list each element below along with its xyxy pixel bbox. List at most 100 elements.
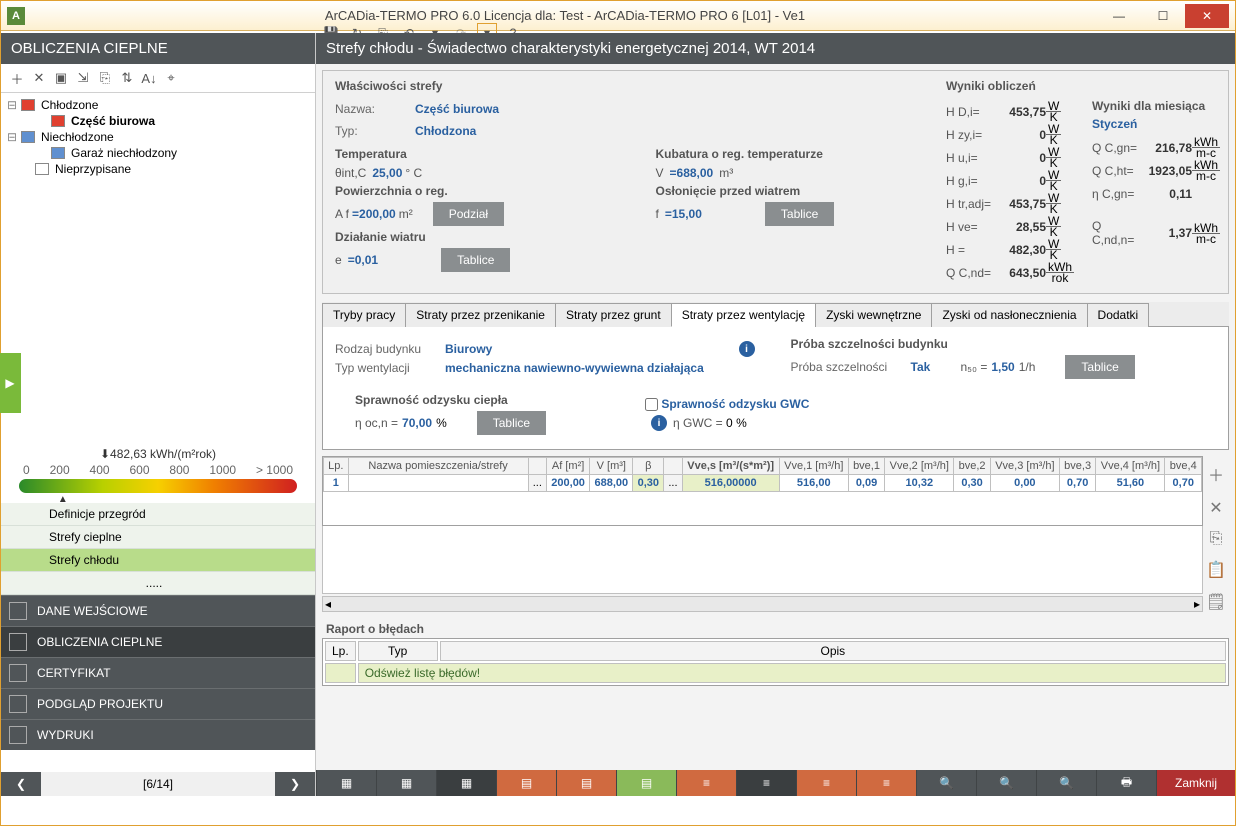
- duplicate-icon[interactable]: ⎘: [1210, 530, 1223, 548]
- copy-node-icon[interactable]: ⎘: [95, 68, 115, 88]
- tab-extras[interactable]: Dodatki: [1087, 303, 1150, 327]
- bignav-input[interactable]: DANE WEJŚCIOWE: [1, 595, 315, 626]
- n50-value[interactable]: 1,50: [991, 360, 1014, 374]
- close-project-button[interactable]: Zamknij: [1156, 770, 1235, 796]
- col-bve1[interactable]: bve,1: [848, 458, 884, 475]
- group-icon[interactable]: ▣: [51, 68, 71, 88]
- close-button[interactable]: ✕: [1185, 4, 1229, 28]
- bb-icon-6[interactable]: ▤: [616, 770, 676, 796]
- cell-vves[interactable]: 516,00000: [682, 475, 779, 492]
- nav-heat-zones[interactable]: Strefy cieplne: [1, 526, 315, 549]
- delete-row-icon[interactable]: ✕: [1209, 498, 1222, 518]
- bignav-print[interactable]: WYDRUKI: [1, 719, 315, 750]
- cell-af[interactable]: 200,00: [547, 475, 590, 492]
- temp-value[interactable]: 25,00: [372, 166, 402, 180]
- info-icon[interactable]: i: [739, 341, 755, 357]
- heatrec-value[interactable]: 70,00: [402, 416, 432, 430]
- bignav-preview[interactable]: PODGLĄD PROJEKTU: [1, 688, 315, 719]
- col-bve3[interactable]: bve,3: [1059, 458, 1095, 475]
- error-message[interactable]: Odśwież listę błędów!: [358, 663, 1226, 683]
- cell-vve3[interactable]: 0,00: [990, 475, 1059, 492]
- gwc-checkbox[interactable]: [645, 398, 658, 411]
- collapse-icon[interactable]: ⇲: [73, 68, 93, 88]
- split-button[interactable]: Podział: [433, 202, 504, 226]
- bb-icon-3[interactable]: ▦: [436, 770, 496, 796]
- col-af[interactable]: Af [m²]: [547, 458, 590, 475]
- bb-icon-5[interactable]: ▤: [556, 770, 616, 796]
- cell-bve3[interactable]: 0,70: [1059, 475, 1095, 492]
- tab-ventilation[interactable]: Straty przez wentylację: [671, 303, 816, 327]
- nav-partitions[interactable]: Definicje przegród: [1, 503, 315, 526]
- bb-icon-9[interactable]: ≡: [796, 770, 856, 796]
- cell-lp[interactable]: 1: [324, 475, 349, 492]
- volume-value[interactable]: =688,00: [670, 166, 714, 180]
- col-vve4[interactable]: Vve,4 [m³/h]: [1096, 458, 1165, 475]
- tightness-tables-button[interactable]: Tablice: [1065, 355, 1134, 379]
- col-vve2[interactable]: Vve,2 [m³/h]: [885, 458, 954, 475]
- h-scrollbar[interactable]: ◂▸: [322, 596, 1203, 612]
- col-vve1[interactable]: Vve,1 [m³/h]: [779, 458, 848, 475]
- bb-icon-7[interactable]: ≡: [676, 770, 736, 796]
- pager-prev[interactable]: ❮: [1, 772, 41, 796]
- bb-icon-1[interactable]: ▦: [316, 770, 376, 796]
- cell-vve4[interactable]: 51,60: [1096, 475, 1165, 492]
- bb-icon-4[interactable]: ▤: [496, 770, 556, 796]
- add-row-icon[interactable]: ＋: [1208, 462, 1224, 486]
- paste-icon[interactable]: 📋: [1206, 560, 1226, 580]
- cell-name[interactable]: [348, 475, 528, 492]
- bb-search3-icon[interactable]: 🔍: [1036, 770, 1096, 796]
- pager-next[interactable]: ❯: [275, 772, 315, 796]
- col-name[interactable]: Nazwa pomieszczenia/strefy: [348, 458, 528, 475]
- minimize-button[interactable]: —: [1097, 4, 1141, 28]
- type-value[interactable]: Chłodzona: [415, 124, 476, 138]
- tightness-value[interactable]: Tak: [911, 360, 961, 374]
- wind-tables-button[interactable]: Tablice: [441, 248, 510, 272]
- nav-cool-zones[interactable]: Strefy chłodu: [1, 549, 315, 572]
- cell-vve2[interactable]: 10,32: [885, 475, 954, 492]
- col-lp[interactable]: Lp.: [324, 458, 349, 475]
- tree-node-cooled[interactable]: ⊟Chłodzone: [7, 97, 309, 113]
- tab-transmission[interactable]: Straty przez przenikanie: [405, 303, 556, 327]
- tab-solar-gains[interactable]: Zyski od nasłonecznienia: [931, 303, 1087, 327]
- col-bve4[interactable]: bve,4: [1165, 458, 1202, 475]
- bb-icon-10[interactable]: ≡: [856, 770, 916, 796]
- month-selector[interactable]: Styczeń: [1092, 117, 1220, 131]
- bb-print-icon[interactable]: 🖶: [1096, 770, 1156, 796]
- redo-icon[interactable]: ↷: [451, 23, 471, 43]
- cell-vve1[interactable]: 516,00: [779, 475, 848, 492]
- tree-node-garage[interactable]: Garaż niechłodzony: [7, 145, 309, 161]
- wind-value[interactable]: =0,01: [348, 253, 378, 267]
- tab-ground[interactable]: Straty przez grunt: [555, 303, 672, 327]
- cell-expand[interactable]: ...: [528, 475, 546, 492]
- cell-expand[interactable]: ...: [664, 475, 682, 492]
- bb-icon-2[interactable]: ▦: [376, 770, 436, 796]
- vent-type-value[interactable]: mechaniczna nawiewno-wywiewna działająca: [445, 361, 704, 375]
- tab-modes[interactable]: Tryby pracy: [322, 303, 406, 327]
- tree-node-uncooled[interactable]: ⊟Niechłodzone: [7, 129, 309, 145]
- bignav-calc[interactable]: OBLICZENIA CIEPLNE: [1, 626, 315, 657]
- heatrec-tables-button[interactable]: Tablice: [477, 411, 546, 435]
- tree-node-office[interactable]: Część biurowa: [7, 113, 309, 129]
- col-bve2[interactable]: bve,2: [954, 458, 990, 475]
- bb-search2-icon[interactable]: 🔍: [976, 770, 1036, 796]
- cell-bve1[interactable]: 0,09: [848, 475, 884, 492]
- cell-bve4[interactable]: 0,70: [1165, 475, 1202, 492]
- nav-more[interactable]: .....: [1, 572, 315, 595]
- shield-tables-button[interactable]: Tablice: [765, 202, 834, 226]
- area-value[interactable]: =200,00: [352, 207, 396, 221]
- tab-internal-gains[interactable]: Zyski wewnętrzne: [815, 303, 932, 327]
- col-vves[interactable]: Vve,s [m³/(s*m²)]: [682, 458, 779, 475]
- maximize-button[interactable]: ☐: [1141, 4, 1185, 28]
- ventilation-grid[interactable]: Lp. Nazwa pomieszczenia/strefy Af [m²] V…: [322, 456, 1203, 526]
- cell-bve2[interactable]: 0,30: [954, 475, 990, 492]
- building-type-value[interactable]: Biurowy: [445, 342, 492, 356]
- sort-icon[interactable]: ⇅: [117, 68, 137, 88]
- cell-v[interactable]: 688,00: [590, 475, 633, 492]
- add-icon[interactable]: ＋: [7, 68, 27, 88]
- cell-beta[interactable]: 0,30: [633, 475, 664, 492]
- tree-tool-icon[interactable]: ⌖: [161, 68, 181, 88]
- bb-icon-8[interactable]: ≡: [736, 770, 796, 796]
- az-sort-icon[interactable]: A↓: [139, 68, 159, 88]
- bb-search-icon[interactable]: 🔍: [916, 770, 976, 796]
- expand-arrow-icon[interactable]: ▶: [0, 353, 21, 413]
